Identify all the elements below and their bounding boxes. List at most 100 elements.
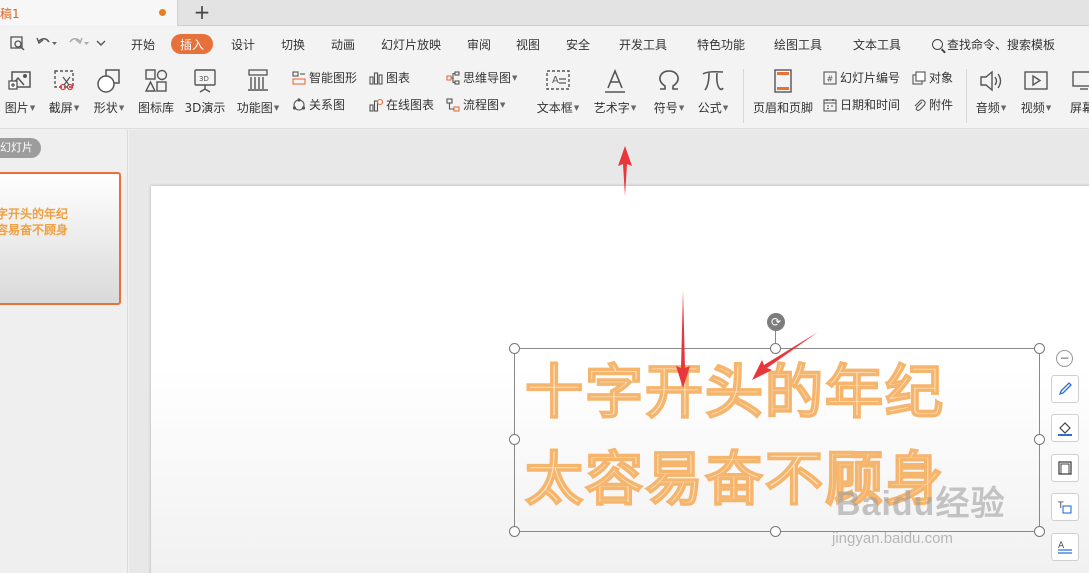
- online-chart-icon: [369, 98, 383, 112]
- date-time-label: 日期和时间: [840, 98, 901, 112]
- text-direction-button[interactable]: T: [1051, 493, 1079, 521]
- screenshot-icon: [54, 70, 74, 91]
- slides-tab[interactable]: 幻灯片: [0, 138, 41, 158]
- svg-text:#: #: [827, 75, 834, 84]
- picture-icon: [8, 71, 31, 90]
- menu-design[interactable]: 设计: [231, 36, 255, 53]
- document-tab[interactable]: 稿1: [0, 0, 178, 26]
- function-chart-label: 功能图: [236, 101, 273, 115]
- menu-home[interactable]: 开始: [131, 36, 155, 53]
- print-preview-icon[interactable]: [10, 36, 25, 55]
- menu-security[interactable]: 安全: [566, 36, 590, 53]
- shape-icon: [97, 69, 120, 93]
- chart-icon: [369, 72, 383, 85]
- resize-handle[interactable]: [770, 526, 781, 537]
- fill-button[interactable]: [1051, 414, 1079, 442]
- fill-bucket-icon: [1058, 422, 1072, 436]
- resize-handle[interactable]: [509, 434, 520, 445]
- screen-label: 屏幕: [1069, 101, 1089, 115]
- formula-label: 公式: [697, 101, 722, 115]
- slide-number-icon: #: [823, 71, 837, 85]
- audio-button[interactable]: 音频▼: [973, 67, 1009, 125]
- video-button[interactable]: 视频▼: [1018, 67, 1054, 125]
- resize-handle[interactable]: [509, 343, 520, 354]
- chart-button[interactable]: 图表: [369, 69, 410, 87]
- resize-handle[interactable]: [1034, 434, 1045, 445]
- outline-icon: [1058, 461, 1072, 475]
- slide-thumbnail[interactable]: 十字开头的年纪 太容易奋不顾身: [0, 172, 121, 305]
- baidu-watermark: Baidu经验: [836, 476, 1005, 525]
- shape-button[interactable]: 形状▼: [91, 67, 127, 125]
- smart-graphic-button[interactable]: 智能图形: [292, 69, 357, 87]
- video-label: 视频: [1020, 101, 1045, 115]
- function-chart-icon: [248, 69, 268, 91]
- wordart-line: 十字开头的年纪: [524, 358, 946, 426]
- textbox-button[interactable]: A 文本框▼: [534, 67, 582, 125]
- screenshot-label: 截屏: [48, 101, 73, 115]
- slide-number-button[interactable]: # 幻灯片编号: [823, 69, 900, 87]
- wordart-icon: [605, 68, 625, 93]
- menu-review[interactable]: 审阅: [467, 36, 491, 53]
- new-tab-button[interactable]: +: [190, 0, 214, 26]
- style-pen-button[interactable]: [1051, 375, 1079, 403]
- demo3d-button[interactable]: 3D 3D演示: [184, 67, 226, 125]
- resize-handle[interactable]: [1034, 343, 1045, 354]
- redo-icon[interactable]: [68, 36, 90, 54]
- picture-button[interactable]: 图片▼: [2, 67, 38, 125]
- function-chart-button[interactable]: 功能图▼: [235, 67, 281, 125]
- text-direction-icon: T: [1057, 501, 1072, 514]
- menu-slideshow[interactable]: 幻灯片放映: [381, 36, 441, 53]
- customize-icon[interactable]: [96, 36, 106, 54]
- wordart-button[interactable]: 艺术字▼: [591, 67, 639, 125]
- header-footer-button[interactable]: 页眉和页脚: [752, 67, 814, 125]
- flowchart-label: 流程图: [463, 98, 500, 112]
- menu-drawing-tools[interactable]: 绘图工具: [774, 36, 822, 53]
- shape-label: 形状: [93, 101, 118, 115]
- mind-map-button[interactable]: 思维导图▼: [446, 69, 517, 87]
- menu-text-tools[interactable]: 文本工具: [853, 36, 901, 53]
- menu-features[interactable]: 特色功能: [697, 36, 745, 53]
- menu-transition[interactable]: 切换: [281, 36, 305, 53]
- unsaved-dot-icon: [159, 9, 166, 16]
- svg-text:3D: 3D: [199, 75, 209, 83]
- header-footer-label: 页眉和页脚: [752, 101, 813, 115]
- resize-handle[interactable]: [1034, 526, 1045, 537]
- object-icon: [912, 71, 926, 85]
- screenshot-button[interactable]: 截屏▼: [46, 67, 82, 125]
- resize-handle[interactable]: [509, 526, 520, 537]
- text-format-button[interactable]: A: [1051, 533, 1079, 561]
- watermark-url: jingyan.baidu.com: [832, 530, 953, 547]
- menu-insert[interactable]: 插入: [171, 34, 214, 54]
- pen-icon: [1058, 382, 1072, 396]
- chart-label: 图表: [386, 71, 411, 85]
- demo3d-label: 3D演示: [184, 101, 226, 115]
- symbol-button[interactable]: 符号▼: [652, 67, 686, 125]
- online-chart-button[interactable]: 在线图表: [369, 96, 434, 114]
- formula-button[interactable]: 公式▼: [696, 67, 730, 125]
- insert-ribbon: 图片▼ 截屏▼ 形状▼ 图标库 3D 3D演示 功能图▼ 智能图形 关系图 图表…: [0, 63, 1089, 129]
- collapse-toolbar-button[interactable]: −: [1056, 350, 1073, 367]
- annotation-arrow-up-icon: [618, 146, 632, 196]
- date-time-button[interactable]: 日期和时间: [823, 96, 900, 114]
- menu-developer[interactable]: 开发工具: [619, 36, 667, 53]
- undo-icon[interactable]: [36, 36, 58, 54]
- command-search[interactable]: 查找命令、搜索模板: [932, 36, 1055, 53]
- attachment-button[interactable]: 附件: [912, 96, 953, 114]
- search-icon: [932, 39, 943, 50]
- relation-chart-icon: [292, 98, 306, 111]
- icon-library-button[interactable]: 图标库: [137, 67, 175, 125]
- menu-view[interactable]: 视图: [516, 36, 540, 53]
- flowchart-button[interactable]: 流程图▼: [446, 96, 505, 114]
- thumbnail-text-line: 太容易奋不顾身: [0, 223, 69, 237]
- pi-icon: [702, 70, 724, 91]
- demo3d-icon: 3D: [194, 69, 216, 93]
- wordart-label: 艺术字: [593, 101, 630, 115]
- menu-animation[interactable]: 动画: [331, 36, 355, 53]
- command-search-label: 查找命令、搜索模板: [947, 38, 1056, 52]
- screen-record-button[interactable]: 屏幕: [1064, 67, 1089, 125]
- slide-panel: 幻灯片 十字开头的年纪 太容易奋不顾身: [0, 130, 128, 573]
- outline-button[interactable]: [1051, 454, 1079, 482]
- mind-map-icon: [446, 71, 460, 85]
- relation-chart-button[interactable]: 关系图: [292, 96, 345, 114]
- object-button[interactable]: 对象: [912, 69, 953, 87]
